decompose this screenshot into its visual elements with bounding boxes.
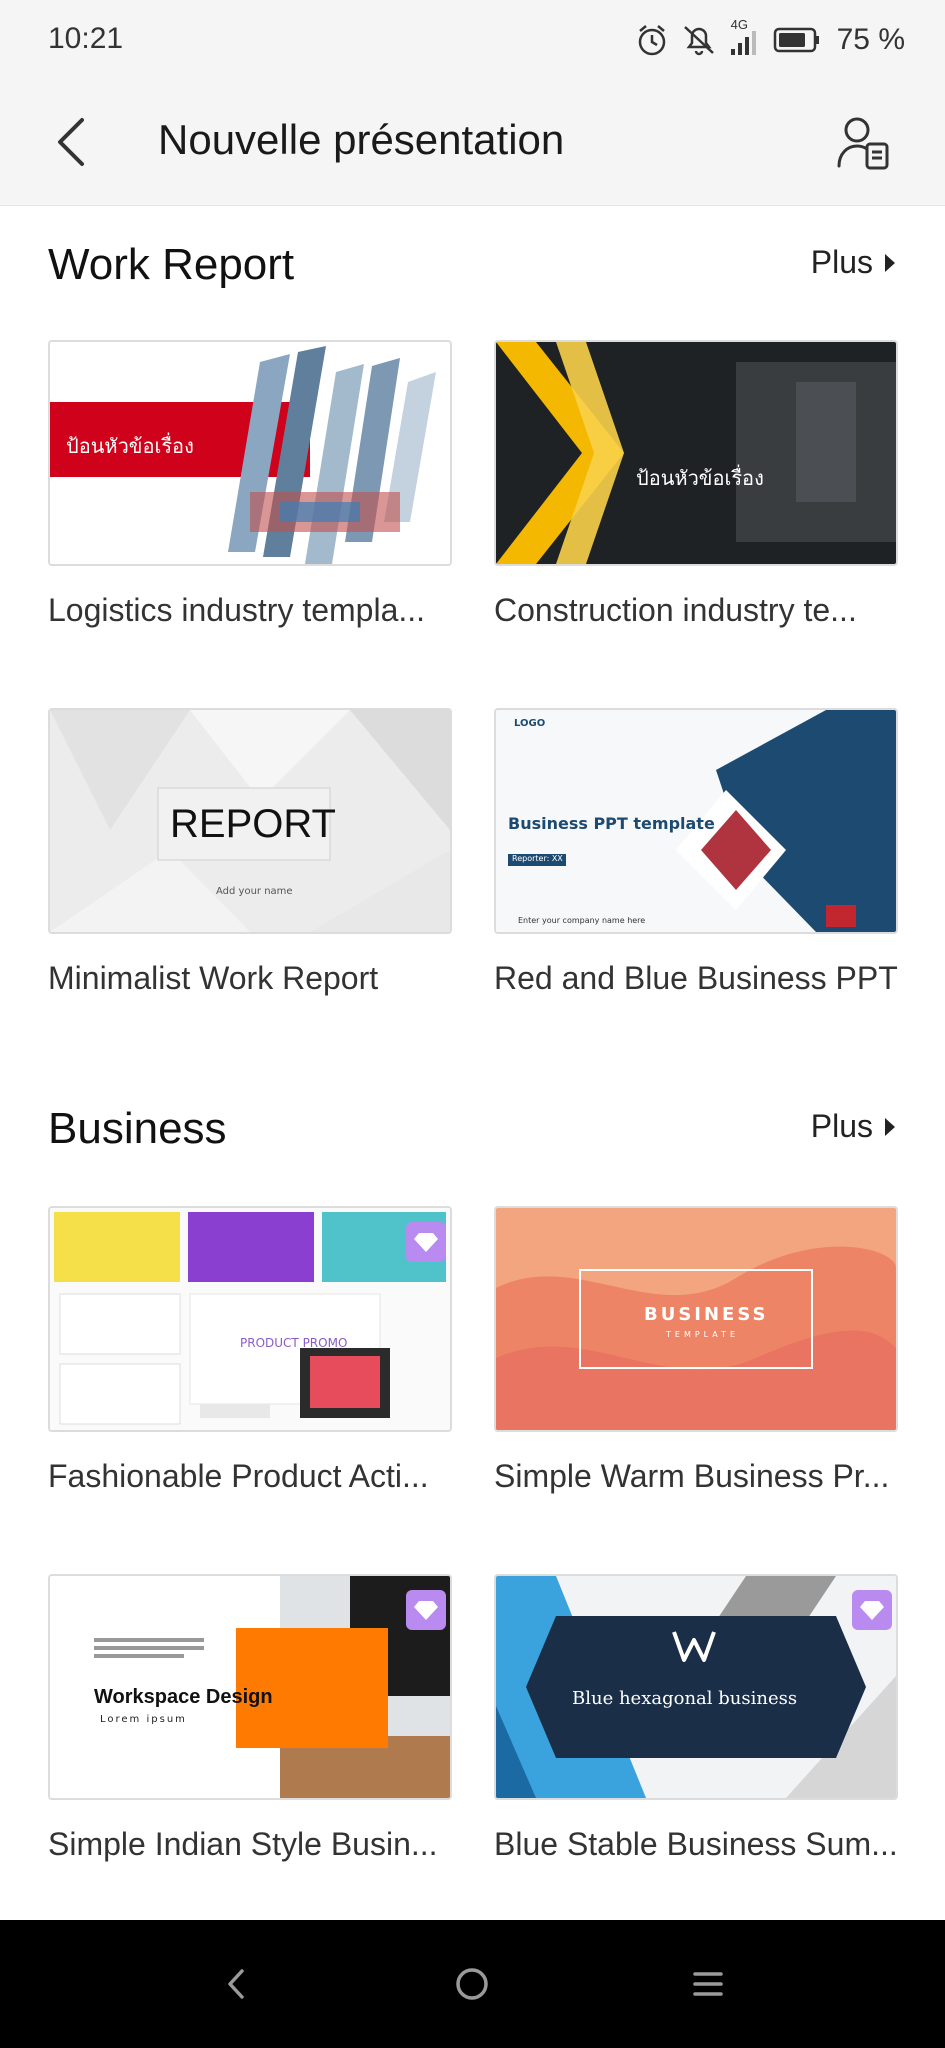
template-thumbnail: REPORT Add your name bbox=[48, 708, 452, 934]
template-name: Construction industry te... bbox=[494, 592, 857, 628]
system-nav-bar bbox=[0, 1920, 945, 2048]
template-thumbnail: ป้อนหัวข้อเรื่อง bbox=[494, 340, 898, 566]
back-button[interactable] bbox=[40, 110, 104, 174]
w-logo-icon bbox=[672, 1628, 716, 1664]
more-label: Plus bbox=[810, 1108, 873, 1144]
back-arrow-icon bbox=[58, 118, 84, 166]
template-name: Simple Indian Style Busin... bbox=[48, 1826, 438, 1862]
more-button-work-report[interactable]: Plus bbox=[811, 244, 897, 281]
thumbnail-subtitle: Add your name bbox=[216, 886, 293, 897]
template-card[interactable]: LOGO Business PPT template Reporter: XX … bbox=[494, 708, 898, 997]
section-title: Work Report bbox=[48, 240, 295, 289]
template-name: Red and Blue Business PPT bbox=[494, 960, 898, 996]
page-title: Nouvelle présentation bbox=[158, 116, 565, 163]
network-type: 4G bbox=[730, 17, 748, 32]
thumbnail-title: Business PPT template bbox=[508, 814, 715, 833]
thumbnail-logo: LOGO bbox=[514, 718, 546, 729]
template-thumbnail: ป้อนหัวข้อเรื่อง bbox=[48, 340, 452, 566]
nav-back-button[interactable] bbox=[208, 1956, 264, 2012]
nav-menu-icon bbox=[693, 1972, 723, 1996]
battery-icon bbox=[773, 26, 821, 54]
app-bar: Nouvelle présentation bbox=[0, 82, 945, 206]
template-thumbnail: Workspace Design Lorem ipsum bbox=[48, 1574, 452, 1800]
template-card[interactable]: BUSINESS TEMPLATE Simple Warm Business P… bbox=[494, 1206, 898, 1495]
thumbnail-title: BUSINESS bbox=[644, 1304, 769, 1325]
nav-home-icon bbox=[456, 1968, 488, 2000]
template-list[interactable]: Work Report Plus ป้อนหัวข้อเรื่อง Logist… bbox=[0, 206, 945, 1920]
template-thumbnail: PRODUCT PROMO bbox=[48, 1206, 452, 1432]
bell-muted-icon bbox=[681, 23, 717, 57]
template-name: Simple Warm Business Pr... bbox=[494, 1458, 890, 1494]
thumbnail-reporter: Reporter: XX bbox=[512, 854, 563, 863]
template-card[interactable]: PRODUCT PROMO Fashionable Product Acti..… bbox=[48, 1206, 452, 1495]
premium-badge-icon bbox=[852, 1590, 892, 1630]
thumbnail-title: Workspace Design bbox=[94, 1686, 273, 1708]
thumbnail-footer: Enter your company name here bbox=[518, 916, 646, 925]
premium-badge-icon bbox=[406, 1590, 446, 1630]
nav-menu-button[interactable] bbox=[680, 1956, 736, 2012]
template-thumbnail: LOGO Business PPT template Reporter: XX … bbox=[494, 708, 898, 934]
signal-icon: 4G bbox=[729, 17, 761, 57]
thumbnail-title: PRODUCT PROMO bbox=[240, 1336, 348, 1350]
thumbnail-title: REPORT bbox=[170, 802, 336, 846]
template-card[interactable]: Blue hexagonal business Blue Stable Busi… bbox=[494, 1574, 898, 1863]
thumbnail-title: Blue hexagonal business bbox=[572, 1688, 798, 1709]
template-name: Blue Stable Business Sum... bbox=[494, 1826, 898, 1862]
thumbnail-subtitle: Lorem ipsum bbox=[100, 1714, 187, 1725]
template-name: Logistics industry templa... bbox=[48, 592, 426, 628]
thumbnail-title: ป้อนหัวข้อเรื่อง bbox=[66, 434, 194, 458]
user-document-icon bbox=[837, 117, 889, 170]
account-button[interactable] bbox=[829, 108, 899, 178]
template-thumbnail: Blue hexagonal business bbox=[494, 1574, 898, 1800]
nav-back-icon bbox=[228, 1969, 244, 1999]
nav-home-button[interactable] bbox=[444, 1956, 500, 2012]
battery-level: 75 % bbox=[836, 23, 905, 56]
caret-right-icon bbox=[885, 1117, 895, 1136]
template-card[interactable]: ป้อนหัวข้อเรื่อง Logistics industry temp… bbox=[48, 340, 452, 629]
caret-right-icon bbox=[885, 253, 895, 272]
section-title: Business bbox=[48, 1104, 227, 1153]
status-time: 10:21 bbox=[48, 22, 124, 55]
more-label: Plus bbox=[810, 244, 873, 280]
template-card[interactable]: REPORT Add your name Minimalist Work Rep… bbox=[48, 708, 452, 997]
premium-badge-icon bbox=[406, 1222, 446, 1262]
thumbnail-title: ป้อนหัวข้อเรื่อง bbox=[636, 466, 764, 490]
template-card[interactable]: ป้อนหัวข้อเรื่อง Construction industry t… bbox=[494, 340, 898, 629]
status-bar: 10:21 4G 75 % bbox=[0, 0, 945, 82]
thumbnail-subtitle: TEMPLATE bbox=[666, 1330, 740, 1339]
more-button-business[interactable]: Plus bbox=[811, 1108, 897, 1145]
alarm-icon bbox=[635, 23, 669, 57]
status-icons: 4G 75 % bbox=[635, 17, 905, 62]
template-name: Fashionable Product Acti... bbox=[48, 1458, 429, 1494]
template-card[interactable]: Workspace Design Lorem ipsum Simple Indi… bbox=[48, 1574, 452, 1863]
template-thumbnail: BUSINESS TEMPLATE bbox=[494, 1206, 898, 1432]
template-name: Minimalist Work Report bbox=[48, 960, 379, 996]
